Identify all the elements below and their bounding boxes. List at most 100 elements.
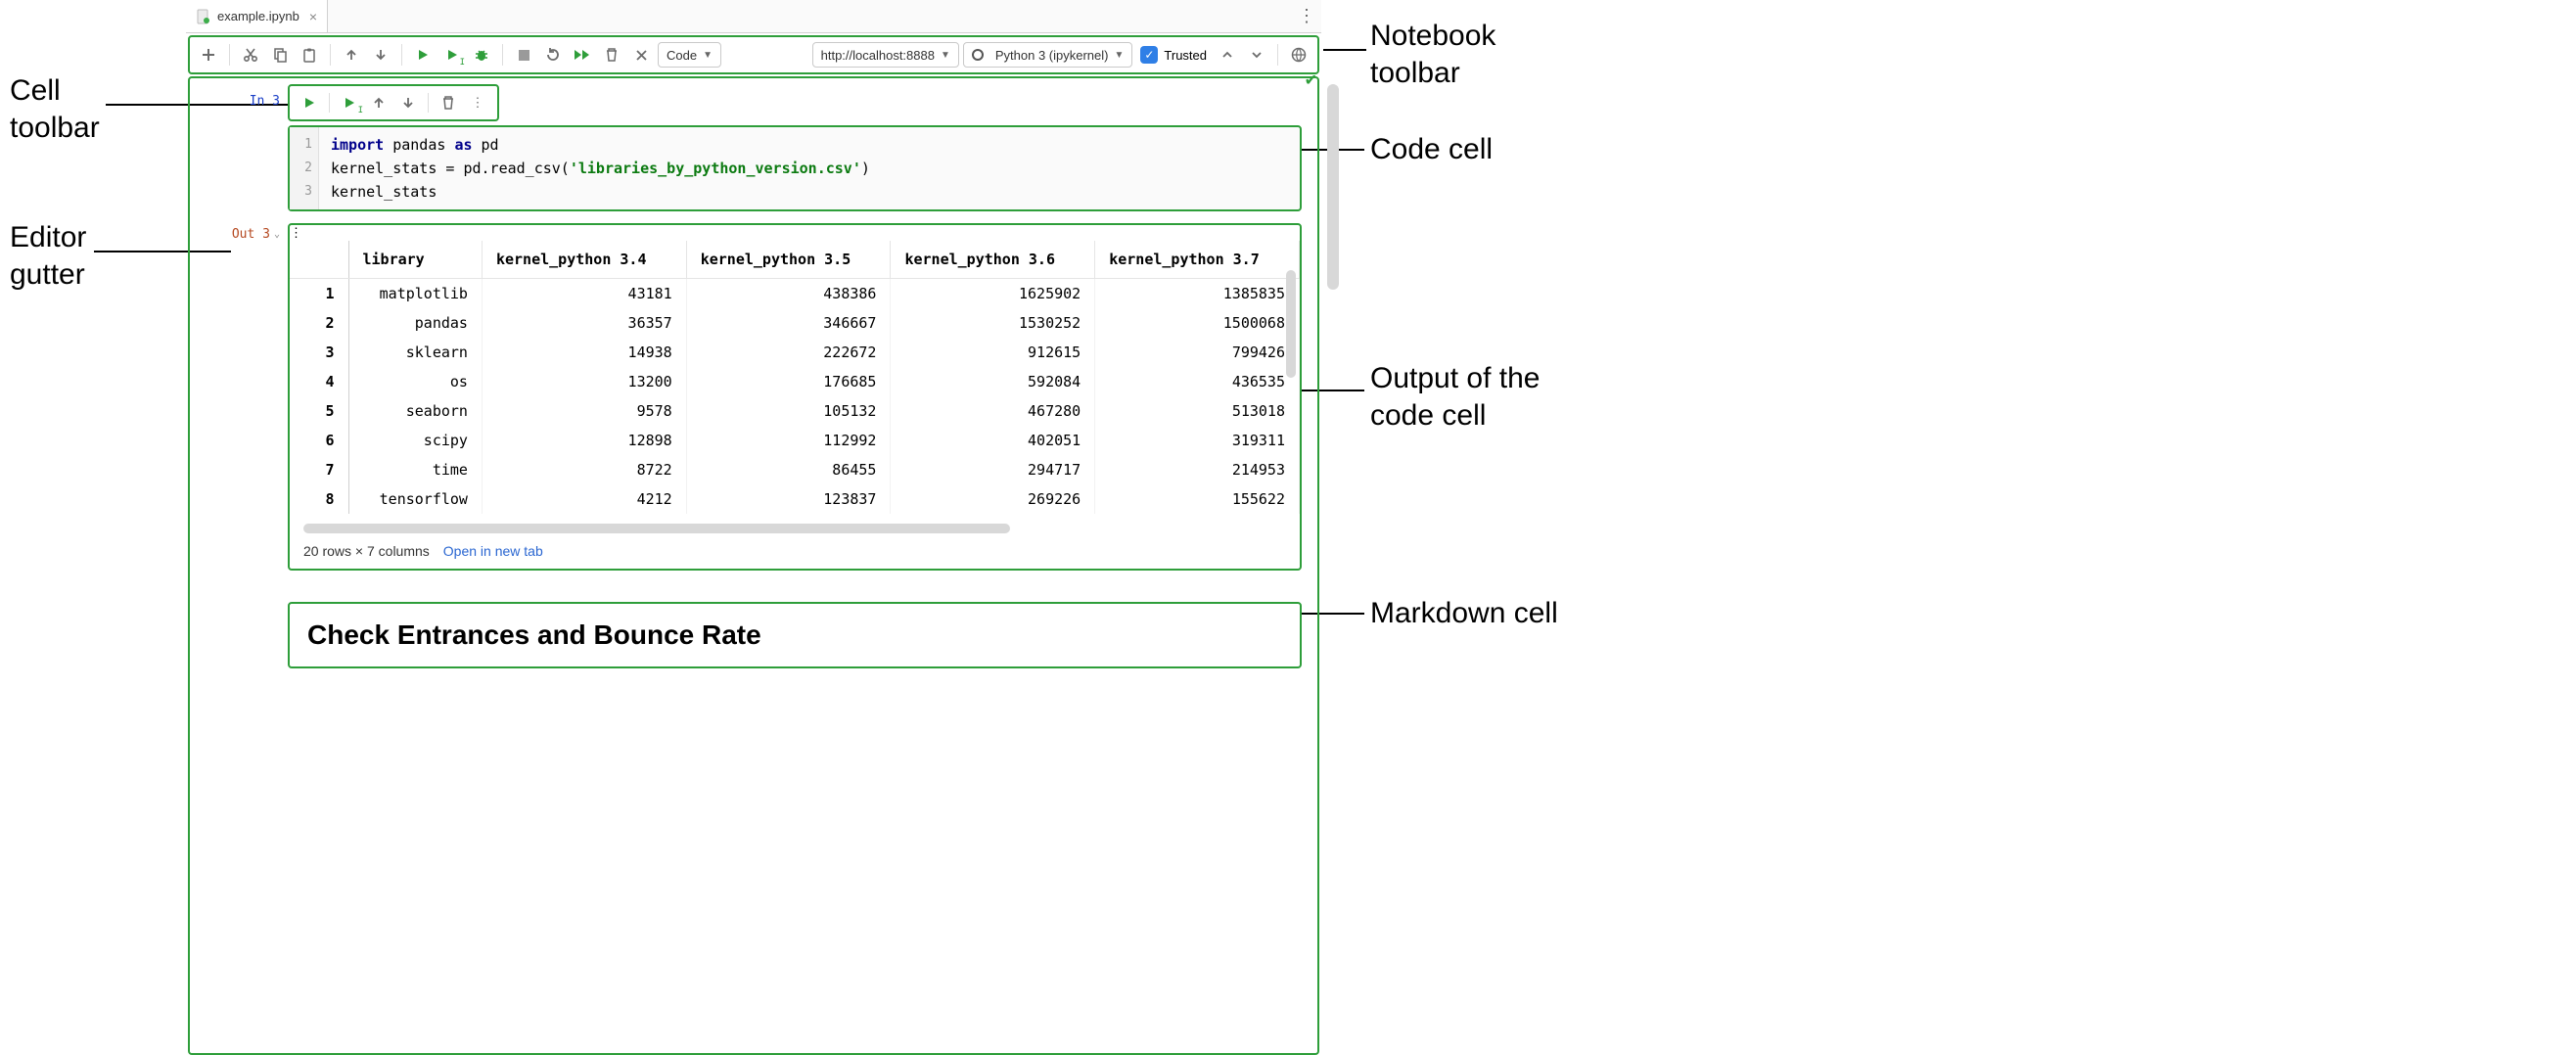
table-more-icon[interactable]: ⋮ [290,225,302,240]
file-tab[interactable]: example.ipynb × [186,0,328,32]
separator [229,44,230,66]
copy-button[interactable] [267,42,293,68]
paste-button[interactable] [297,42,322,68]
interrupt-button[interactable] [511,42,536,68]
annotation-output: Output of the code cell [1370,360,1540,434]
editor-gutter: In 3 [190,84,288,211]
cut-button[interactable] [238,42,263,68]
annotation-editor-gutter: Editor gutter [10,219,86,293]
table-cell: scipy [348,426,482,455]
table-cell: 214953 [1095,455,1300,484]
table-cell: 319311 [1095,426,1300,455]
table-cell: 269226 [891,484,1095,514]
table-cell: 5 [290,396,348,426]
tab-overflow-icon[interactable]: ⋮ [1298,0,1315,32]
chevron-down-icon: ▼ [703,50,713,61]
notebook-toolbar: I Code ▼ http://localhost:8888 ▼ Python … [188,35,1319,74]
table-cell: 467280 [891,396,1095,426]
table-cell: 1625902 [891,279,1095,309]
kernel-select[interactable]: Python 3 (ipykernel) ▼ [963,42,1133,68]
cell-type-select[interactable]: Code ▼ [658,42,721,68]
table-cell: 43181 [482,279,686,309]
table-cell: os [348,367,482,396]
move-cell-up-button[interactable] [365,90,392,115]
tab-label: example.ipynb [217,9,299,23]
table-cell: 4 [290,367,348,396]
table-row: 4os13200176685592084436535 [290,367,1300,396]
run-cell-button[interactable] [296,90,323,115]
table-cell: matplotlib [348,279,482,309]
table-summary: 20 rows × 7 columns [303,543,430,559]
table-cell: 13200 [482,367,686,396]
delete-cell-button[interactable] [435,90,462,115]
table-cell: 155622 [1095,484,1300,514]
annotation-line [1323,49,1366,51]
add-cell-button[interactable] [196,42,221,68]
table-cell: pandas [348,308,482,338]
clear-outputs-button[interactable] [628,42,654,68]
table-header [290,241,348,279]
table-cell: 112992 [686,426,891,455]
move-cell-down-button[interactable] [394,90,422,115]
run-all-button[interactable] [570,42,595,68]
table-cell: 8 [290,484,348,514]
table-cell: 123837 [686,484,891,514]
more-actions-icon[interactable]: ⋮ [464,90,491,115]
table-cell: 9578 [482,396,686,426]
tab-bar: example.ipynb × ⋮ [186,0,1321,33]
scrollbar[interactable] [1286,270,1296,378]
separator [428,93,429,113]
close-icon[interactable]: × [309,9,317,24]
table-cell: 3 [290,338,348,367]
editor-gutter [190,576,288,668]
table-row: 5seaborn9578105132467280513018 [290,396,1300,426]
scrollbar[interactable] [1327,84,1339,290]
scroll-up-button[interactable] [1215,42,1240,68]
editor-area: In 3 ✔ I ⋮ 1 [188,76,1319,1055]
table-cell: 402051 [891,426,1095,455]
debug-cell-button[interactable] [469,42,494,68]
separator [401,44,402,66]
table-cell: 592084 [891,367,1095,396]
scroll-down-button[interactable] [1244,42,1269,68]
cell-toolbar: I ⋮ [288,84,499,121]
table-cell: 2 [290,308,348,338]
separator [502,44,503,66]
move-down-button[interactable] [368,42,393,68]
markdown-cell[interactable]: Check Entrances and Bounce Rate [288,602,1302,668]
line-number: 3 [290,180,318,204]
delete-cell-button[interactable] [599,42,624,68]
run-and-select-button[interactable]: I [336,90,363,115]
run-cell-button[interactable] [410,42,436,68]
cell-type-label: Code [667,48,697,63]
table-cell: 513018 [1095,396,1300,426]
run-and-select-button[interactable]: I [439,42,465,68]
in-prompt: In 3 [250,94,280,109]
table-cell: 36357 [482,308,686,338]
server-select[interactable]: http://localhost:8888 ▼ [812,42,959,68]
table-cell: 7 [290,455,348,484]
output-cell: ⋮ librarykernel_python 3.4kernel_python … [288,223,1302,571]
table-cell: time [348,455,482,484]
kernel-status-icon [972,49,984,61]
table-cell: 222672 [686,338,891,367]
annotation-cell-toolbar: Cell toolbar [10,72,100,146]
code-content[interactable]: import pandas as pd kernel_stats = pd.re… [290,127,1300,209]
line-number: 1 [290,133,318,157]
notebook-file-icon [196,9,211,24]
table-cell: 799426 [1095,338,1300,367]
trusted-toggle[interactable]: ✓ Trusted [1136,46,1211,64]
table-cell: 14938 [482,338,686,367]
table-cell: seaborn [348,396,482,426]
code-cell[interactable]: 1 2 3 import pandas as pd kernel_stats =… [288,125,1302,211]
table-cell: 1500068 [1095,308,1300,338]
out-prompt: Out 3 ⌄ [232,227,280,242]
open-in-browser-button[interactable] [1286,42,1311,68]
table-row: 6scipy12898112992402051319311 [290,426,1300,455]
kernel-label: Python 3 (ipykernel) [995,48,1109,63]
horizontal-scrollbar[interactable] [303,524,1010,533]
open-in-new-tab-link[interactable]: Open in new tab [443,543,543,559]
restart-kernel-button[interactable] [540,42,566,68]
chevron-down-icon[interactable]: ⌄ [274,229,280,240]
move-up-button[interactable] [339,42,364,68]
